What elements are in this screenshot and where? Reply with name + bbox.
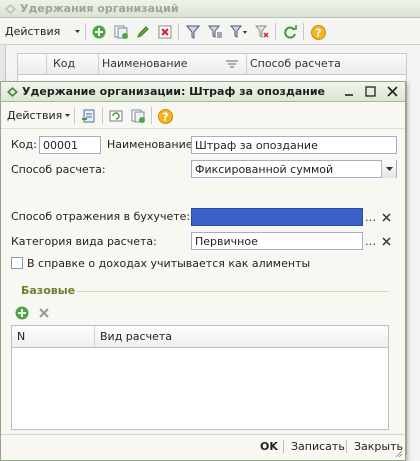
calc-method-label: Способ расчета: [11,163,106,176]
dialog-titlebar[interactable]: Удержание организации: Штраф за опоздани… [1,82,405,102]
element-dialog: Удержание организации: Штраф за опоздани… [0,81,406,461]
select-ellipsis-icon[interactable]: … [364,232,377,250]
maximize-icon[interactable] [363,84,378,99]
clear-x-icon[interactable] [380,232,393,250]
base-section-title: Базовые [21,284,76,297]
refresh-icon[interactable] [281,22,299,42]
accounting-method-label: Способ отражения в бухучете: [11,210,191,223]
app-logo-icon [6,86,19,98]
chevron-down-icon [75,30,80,33]
name-field[interactable]: Штраф за опоздание [191,136,397,154]
minimize-icon[interactable] [341,84,356,99]
alimony-checkbox-label[interactable]: В справке о доходах учитывается как алим… [27,257,310,270]
list-toolbar: Действия ? [0,19,420,45]
filter-list-icon[interactable] [206,22,224,42]
category-label: Категория вида расчета: [11,235,157,248]
dialog-title: Удержание организации: Штраф за опоздани… [22,85,326,98]
sort-icon [226,60,238,69]
filter-settings-icon[interactable] [228,22,250,42]
reread-icon[interactable] [107,106,125,126]
accounting-method-field[interactable] [191,208,363,226]
name-label: Наименование: [107,138,197,151]
base-col-n[interactable]: N [17,330,25,343]
list-col-code[interactable]: Код [53,57,75,70]
code-label: Код: [11,138,37,151]
dialog-actions-menu[interactable]: Действия [7,109,62,122]
calc-method-value: Фиксированной суммой [195,163,334,176]
footer-separator [1,434,405,435]
help-icon[interactable]: ? [156,106,174,126]
edit-icon[interactable] [134,22,152,42]
section-divider [77,291,389,292]
list-col-name[interactable]: Наименование [102,57,187,70]
save-and-close-icon[interactable] [80,106,98,126]
alimony-checkbox[interactable] [11,257,23,269]
chevron-down-icon [65,114,70,117]
add-icon[interactable] [90,22,108,42]
category-field[interactable]: Первичное [191,232,363,250]
list-table-header: Код Наименование Способ расчета [17,53,407,75]
save-button[interactable]: Записать [291,440,345,453]
copy-document-icon[interactable] [129,106,147,126]
delete-row-icon[interactable] [38,307,50,319]
list-window-title: Удержания организаций [20,2,179,15]
filter-icon[interactable] [184,22,202,42]
select-ellipsis-icon[interactable]: … [364,208,377,226]
add-row-icon[interactable] [15,306,29,320]
list-actions-menu[interactable]: Действия [5,25,60,38]
list-col-calc-method[interactable]: Способ расчета [250,57,341,70]
ok-button[interactable]: OK [260,440,278,453]
dialog-toolbar: Действия ? [1,103,405,129]
close-icon[interactable] [385,84,400,99]
resize-grip-icon[interactable] [395,450,403,458]
code-field[interactable]: 00001 [39,136,101,154]
delete-icon[interactable] [156,22,174,42]
calc-method-select[interactable]: Фиксированной суммой [191,160,397,178]
app-logo-icon [4,3,17,15]
base-table-header: N Вид расчета [11,325,389,348]
help-icon[interactable]: ? [309,22,327,42]
base-table-body[interactable] [11,348,389,430]
svg-text:?: ? [162,110,168,123]
dropdown-arrow-icon[interactable] [381,160,396,178]
clear-filter-icon[interactable] [253,22,271,42]
list-window-titlebar[interactable]: Удержания организаций [0,0,420,18]
copy-icon[interactable] [112,22,130,42]
base-col-calc-type[interactable]: Вид расчета [100,330,172,343]
clear-x-icon[interactable] [380,208,393,226]
svg-text:?: ? [315,26,321,39]
